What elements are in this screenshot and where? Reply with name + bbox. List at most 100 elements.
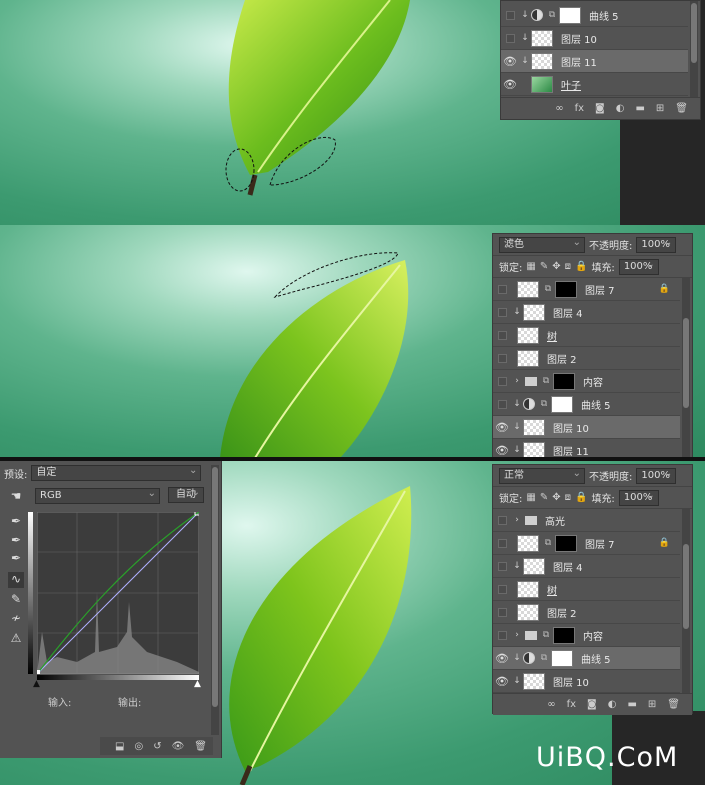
pencil-icon[interactable]: ✎ <box>8 592 24 608</box>
blend-options-bar: 滤色 不透明度: 100% <box>493 234 692 256</box>
channel-select[interactable]: RGB <box>35 487 160 504</box>
visibility-toggle[interactable] <box>501 4 519 27</box>
eyedropper-gray-icon[interactable]: ✒ <box>8 533 24 549</box>
layer-row[interactable]: › ⧉ 内容 <box>493 370 680 393</box>
add-mask-icon[interactable]: ◙ <box>587 699 597 710</box>
eye-icon[interactable]: 👁 <box>493 647 511 670</box>
visibility-icon[interactable]: 👁 <box>172 741 185 752</box>
layer-row[interactable]: 👁 叶子 <box>501 73 688 96</box>
layer-row[interactable]: ↓ 图层 4 <box>493 555 680 578</box>
layer-row[interactable]: ⧉ 图层 7 🔒 <box>493 532 680 555</box>
scrollbar[interactable] <box>682 278 690 459</box>
lock-all-icon[interactable]: 🔒 <box>575 492 587 503</box>
layer-row[interactable]: 👁 ↓ ⧉ 曲线 5 <box>493 647 680 670</box>
layer-row[interactable]: 图层 2 <box>493 347 680 370</box>
view-previous-icon[interactable]: ◎ <box>134 741 143 752</box>
eye-icon[interactable]: 👁 <box>493 670 511 693</box>
visibility-toggle[interactable] <box>493 370 511 393</box>
scrollbar[interactable] <box>211 465 219 735</box>
layer-row[interactable]: 👁 ↓ 图层 10 <box>493 670 680 693</box>
visibility-toggle[interactable] <box>493 601 511 624</box>
eye-icon[interactable]: 👁 <box>493 416 511 439</box>
preset-select[interactable]: 自定 <box>31 464 202 481</box>
black-point-slider[interactable]: ▲ <box>33 679 40 689</box>
curve-edit-icon[interactable]: ∿ <box>8 572 24 588</box>
link-layers-icon[interactable]: ∞ <box>555 103 563 114</box>
visibility-toggle[interactable] <box>493 509 511 532</box>
visibility-toggle[interactable] <box>493 324 511 347</box>
link-layers-icon[interactable]: ∞ <box>547 699 555 710</box>
layer-row[interactable]: 图层 2 <box>493 601 680 624</box>
scrollbar[interactable] <box>690 1 698 97</box>
trash-icon[interactable]: 🗑 <box>194 741 207 752</box>
fill-input[interactable]: 100% <box>618 489 659 506</box>
add-mask-icon[interactable]: ◙ <box>595 103 605 114</box>
layer-row[interactable]: ↓ ⧉ 曲线 5 <box>501 4 688 27</box>
layer-row[interactable]: ↓ 图层 10 <box>501 27 688 50</box>
auto-button[interactable]: 自动 <box>168 486 204 503</box>
scrollbar[interactable] <box>682 509 690 693</box>
blend-mode-select[interactable]: 正常 <box>499 467 585 484</box>
folder-icon[interactable]: ▬ <box>635 103 644 114</box>
clip-to-layer-icon[interactable]: ⬓ <box>115 741 124 752</box>
eye-icon[interactable]: 👁 <box>501 73 519 96</box>
new-layer-icon[interactable]: ⊞ <box>648 699 656 710</box>
lock-artboard-icon[interactable]: ⧈ <box>565 492 571 503</box>
layer-row[interactable]: ↓ ⧉ 曲线 5 <box>493 393 680 416</box>
visibility-toggle[interactable] <box>493 347 511 370</box>
lock-all-icon[interactable]: 🔒 <box>575 261 587 272</box>
eye-icon[interactable]: 👁 <box>501 50 519 73</box>
layer-row[interactable]: 树 <box>493 324 680 347</box>
lock-move-icon[interactable]: ✥ <box>552 261 560 272</box>
lock-artboard-icon[interactable]: ⧈ <box>565 261 571 272</box>
visibility-toggle[interactable] <box>493 555 511 578</box>
layer-row[interactable]: › ⧉ 内容 <box>493 624 680 647</box>
layer-row[interactable]: ⧉ 图层 7 🔒 <box>493 278 680 301</box>
layer-row[interactable]: 树 <box>493 578 680 601</box>
folder-icon[interactable]: ▬ <box>627 699 636 710</box>
visibility-toggle[interactable] <box>493 578 511 601</box>
trash-icon[interactable]: 🗑 <box>675 103 688 114</box>
fill-input[interactable]: 100% <box>618 258 659 275</box>
layer-row[interactable]: 👁 ↓ 图层 10 <box>493 416 680 439</box>
chevron-right-icon[interactable]: › <box>511 630 523 640</box>
curves-graph[interactable] <box>37 512 199 674</box>
target-adjust-icon[interactable]: ☚ <box>8 489 24 505</box>
visibility-toggle[interactable] <box>493 393 511 416</box>
fx-icon[interactable]: fx <box>567 699 576 710</box>
curves-adjustment-icon <box>531 9 543 21</box>
link-icon: ⧉ <box>548 10 556 20</box>
adjustment-icon[interactable]: ◐ <box>616 103 625 114</box>
visibility-toggle[interactable] <box>493 624 511 647</box>
lock-transparent-icon[interactable]: ▦ <box>526 492 535 503</box>
eyedropper-white-icon[interactable]: ✒ <box>8 551 24 567</box>
chevron-right-icon[interactable]: › <box>511 376 523 386</box>
new-layer-icon[interactable]: ⊞ <box>656 103 664 114</box>
layer-row[interactable]: › 高光 <box>493 509 680 532</box>
clip-icon: ↓ <box>513 653 521 663</box>
lock-move-icon[interactable]: ✥ <box>552 492 560 503</box>
lock-transparent-icon[interactable]: ▦ <box>526 261 535 272</box>
layer-name: 图层 11 <box>553 446 589 458</box>
fx-icon[interactable]: fx <box>575 103 584 114</box>
smooth-icon[interactable]: ≁ <box>8 611 24 627</box>
layer-row[interactable]: 👁 ↓ 图层 11 <box>501 50 688 73</box>
layer-name: 图层 10 <box>553 677 589 689</box>
opacity-input[interactable]: 100% <box>636 236 677 253</box>
visibility-toggle[interactable] <box>493 532 511 555</box>
visibility-toggle[interactable] <box>493 301 511 324</box>
chevron-right-icon[interactable]: › <box>511 515 523 525</box>
white-point-slider[interactable]: ▲ <box>194 679 201 689</box>
trash-icon[interactable]: 🗑 <box>667 699 680 710</box>
lock-paint-icon[interactable]: ✎ <box>540 492 548 503</box>
opacity-input[interactable]: 100% <box>636 467 677 484</box>
clipping-warning-icon[interactable]: ⚠ <box>8 631 24 647</box>
adjustment-icon[interactable]: ◐ <box>608 699 617 710</box>
lock-paint-icon[interactable]: ✎ <box>540 261 548 272</box>
visibility-toggle[interactable] <box>493 278 511 301</box>
visibility-toggle[interactable] <box>501 27 519 50</box>
eyedropper-black-icon[interactable]: ✒ <box>8 514 24 530</box>
reset-icon[interactable]: ↺ <box>153 741 161 752</box>
blend-mode-select[interactable]: 滤色 <box>499 236 585 253</box>
layer-row[interactable]: ↓ 图层 4 <box>493 301 680 324</box>
